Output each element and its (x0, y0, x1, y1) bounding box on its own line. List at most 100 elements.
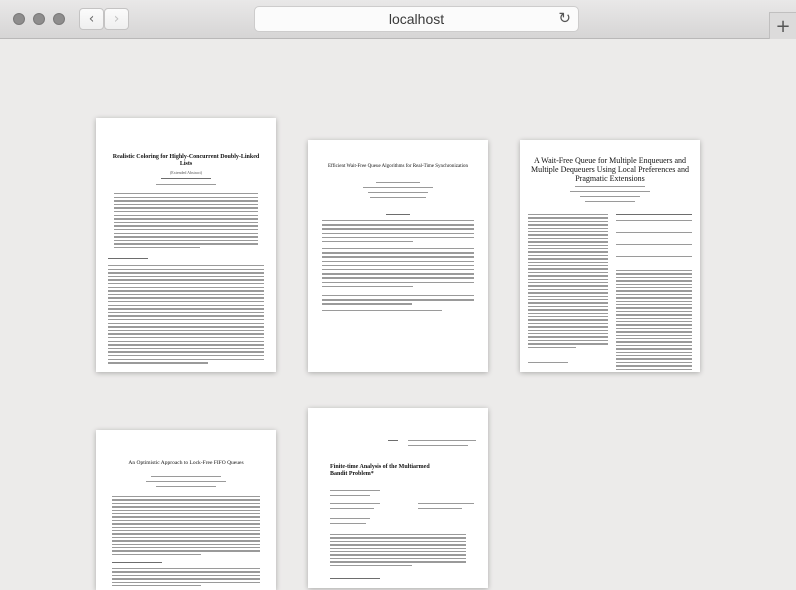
text-line (108, 301, 264, 303)
forward-button[interactable]: › (104, 8, 129, 30)
text-line (616, 270, 692, 272)
text-line (670, 362, 692, 364)
text-line (570, 191, 650, 193)
text-line (418, 508, 462, 510)
text-line (322, 241, 414, 243)
text-line (108, 304, 264, 306)
text-line (528, 258, 608, 260)
text-line (528, 343, 608, 345)
text-line (322, 303, 412, 305)
paper-title: Realistic Coloring for Highly-Concurrent… (112, 154, 260, 167)
text-line (616, 287, 692, 289)
text-line (112, 499, 260, 501)
zoom-window-button[interactable] (53, 13, 65, 25)
minimize-window-button[interactable] (33, 13, 45, 25)
text-line (616, 358, 692, 360)
text-line (114, 229, 258, 231)
text-line (108, 308, 264, 310)
text-line (330, 578, 380, 580)
text-line (528, 322, 608, 325)
text-line (528, 319, 608, 321)
text-line (322, 252, 474, 254)
text-line (108, 279, 264, 281)
paper-title: Finite-time Analysis of the Multiarmed B… (330, 464, 430, 477)
text-line (616, 280, 692, 282)
text-line (528, 299, 608, 301)
text-line (112, 519, 260, 522)
text-line (528, 278, 608, 280)
text-line (322, 256, 474, 258)
text-line (322, 264, 474, 267)
text-line (114, 225, 258, 227)
text-line (330, 551, 466, 553)
text-line (108, 286, 264, 288)
text-line (616, 214, 692, 216)
text-line (616, 341, 692, 343)
text-line (528, 305, 608, 308)
text-line (418, 503, 474, 505)
text-line (330, 564, 412, 566)
text-line (322, 299, 474, 301)
new-tab-button[interactable]: + (769, 12, 796, 39)
text-line (108, 311, 264, 314)
text-line (108, 258, 148, 260)
text-line (528, 251, 608, 253)
text-line (322, 232, 474, 234)
text-line (376, 182, 420, 184)
text-line (528, 220, 608, 223)
text-line (108, 315, 264, 317)
text-line (322, 228, 474, 230)
text-line (108, 326, 264, 328)
paper-title: Efficient Wait-Free Queue Algorithms for… (327, 164, 469, 169)
text-line (528, 302, 608, 304)
text-line (616, 290, 692, 292)
text-line (616, 321, 692, 323)
text-line (108, 272, 264, 274)
text-line (108, 283, 264, 285)
text-line (108, 358, 264, 360)
text-line (528, 268, 608, 270)
text-line (112, 581, 260, 583)
text-line (322, 224, 474, 226)
text-line (616, 334, 692, 336)
paper-thumbnail[interactable]: A Wait-Free Queue for Multiple Enqueuers… (520, 140, 700, 372)
text-line (151, 476, 221, 478)
text-line (108, 333, 264, 335)
text-line (616, 362, 636, 364)
text-line (330, 503, 380, 505)
text-line (528, 282, 608, 284)
paper-thumbnail[interactable]: An Optimistic Approach to Lock-Free FIFO… (96, 430, 276, 590)
text-line (322, 260, 474, 262)
text-line (528, 292, 608, 294)
back-button[interactable]: ‹ (79, 8, 104, 30)
text-line (322, 310, 442, 312)
text-line (322, 285, 414, 288)
text-line (408, 445, 468, 447)
text-line (616, 348, 692, 350)
text-line (330, 547, 466, 549)
text-line (616, 368, 692, 370)
text-line (112, 543, 260, 545)
paper-thumbnail[interactable]: Realistic Coloring for Highly-Concurrent… (96, 118, 276, 372)
text-line (330, 554, 466, 556)
text-line (114, 193, 258, 195)
text-line (616, 283, 692, 285)
text-line (370, 197, 426, 199)
paper-title: A Wait-Free Queue for Multiple Enqueuers… (531, 156, 689, 184)
address-bar[interactable]: localhost ↻ (254, 6, 579, 32)
text-line (108, 319, 264, 321)
text-line (330, 518, 370, 520)
text-line (108, 297, 264, 299)
text-line (616, 355, 692, 357)
text-line (156, 486, 216, 488)
reload-icon[interactable]: ↻ (558, 9, 571, 27)
text-line (330, 495, 370, 497)
text-line (616, 276, 692, 279)
text-line (114, 200, 258, 202)
text-line (368, 192, 428, 194)
close-window-button[interactable] (13, 13, 25, 25)
paper-thumbnail[interactable]: Finite-time Analysis of the Multiarmed B… (308, 408, 488, 588)
paper-thumbnail[interactable]: Efficient Wait-Free Queue Algorithms for… (308, 140, 488, 372)
text-line (616, 310, 692, 313)
text-line (528, 265, 608, 267)
